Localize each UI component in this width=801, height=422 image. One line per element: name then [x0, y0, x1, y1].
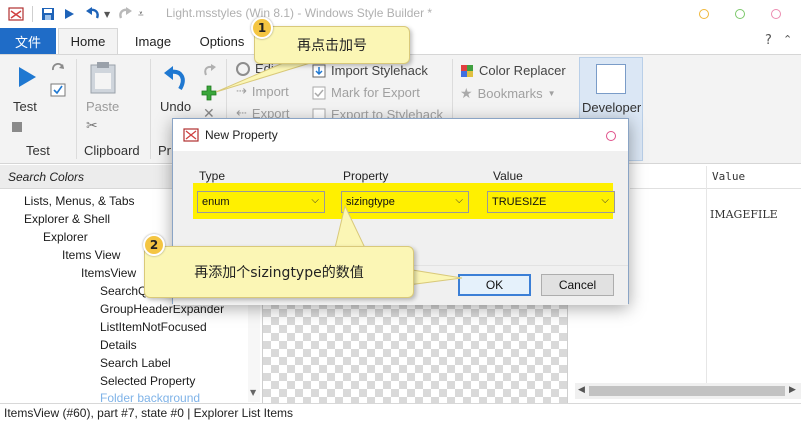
callout-1: 再点击加号 [254, 26, 410, 64]
callout-2-text: 再添加个sizingtype的数值 [194, 265, 364, 281]
callout-1-text: 再点击加号 [297, 38, 367, 54]
callout-2-badge: 2 [143, 234, 165, 256]
callout-2: 再添加个sizingtype的数值 [144, 246, 414, 298]
callout-1-badge: 1 [251, 17, 273, 39]
